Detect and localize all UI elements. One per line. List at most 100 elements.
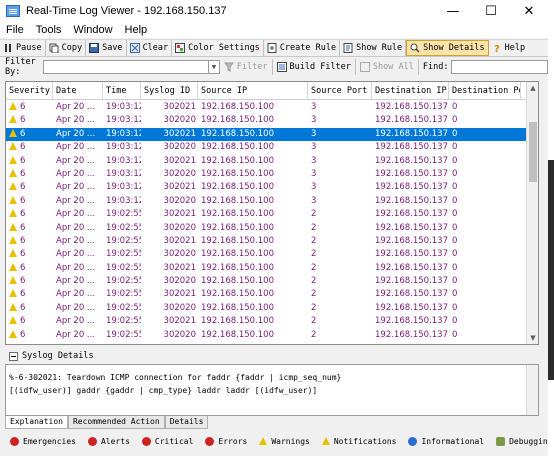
table-cell: 19:02:55 xyxy=(106,209,141,220)
table-row[interactable]: 6 Apr 20 ... 19:02:55 302020 192.168.150.100… xyxy=(6,329,528,342)
show-details-button[interactable]: Show Details xyxy=(406,40,489,56)
table-row[interactable]: 6 Apr 20 ... 19:02:55 302021 192.168.150.100… xyxy=(6,235,528,248)
copy-button[interactable]: Copy xyxy=(46,40,87,56)
tab-details[interactable]: Details xyxy=(164,416,209,429)
clear-icon xyxy=(129,43,140,53)
table-row[interactable]: 6 Apr 20 ... 19:03:12 302021 192.168.150.100… xyxy=(6,155,528,168)
build-filter-button[interactable]: Build Filter xyxy=(273,59,356,75)
severity-value: 6 xyxy=(20,235,26,246)
table-row[interactable]: 6 Apr 20 ... 19:02:55 302020 192.168.150.100… xyxy=(6,248,528,261)
save-button[interactable]: Save xyxy=(86,40,127,56)
menu-window[interactable]: Window xyxy=(67,24,118,36)
find-input[interactable] xyxy=(451,60,548,74)
table-cell: Apr 20 ... xyxy=(56,195,96,206)
table-cell: 192.168.150.137 xyxy=(375,209,449,220)
level-warnings[interactable]: Warnings xyxy=(259,437,310,446)
emergencies-icon xyxy=(10,436,19,446)
title-bar: Real-Time Log Viewer - 192.168.150.137 —… xyxy=(0,0,548,22)
menu-file[interactable]: File xyxy=(0,24,30,36)
column-header[interactable]: Time xyxy=(103,82,141,100)
table-row[interactable]: 6 Apr 20 ... 19:03:12 302020 192.168.150.100… xyxy=(6,195,528,208)
column-header[interactable]: Source Port xyxy=(308,82,372,100)
table-cell: 302021 xyxy=(163,316,196,327)
table-row[interactable]: 6 Apr 20 ... 19:03:12 302021 192.168.150.100… xyxy=(6,181,528,194)
details-tabs: Explanation Recommended Action Details xyxy=(5,416,209,429)
tab-recommended-action[interactable]: Recommended Action xyxy=(67,416,165,429)
notifications-icon xyxy=(321,437,330,445)
table-cell: 192.168.150.100 xyxy=(201,249,275,260)
table-cell: 2 xyxy=(311,249,317,260)
level-notifications[interactable]: Notifications xyxy=(321,437,396,446)
critical-icon xyxy=(141,436,151,446)
help-button[interactable]: ? Help xyxy=(489,40,528,56)
clear-button[interactable]: Clear xyxy=(127,40,173,56)
create-rule-button[interactable]: Create Rule xyxy=(264,40,341,56)
table-cell: 19:02:55 xyxy=(106,329,141,340)
column-header[interactable]: Severity xyxy=(6,82,53,100)
severity-value: 6 xyxy=(20,142,26,153)
table-row[interactable]: 6 Apr 20 ... 19:02:55 302021 192.168.150.100… xyxy=(6,288,528,301)
level-informational[interactable]: Informational xyxy=(408,436,484,446)
table-cell: 192.168.150.137 xyxy=(375,142,449,153)
table-row[interactable]: 6 Apr 20 ... 19:02:55 302020 192.168.150.100… xyxy=(6,222,528,235)
collapse-icon[interactable] xyxy=(9,351,18,361)
level-debugging[interactable]: Debugging xyxy=(496,436,552,446)
table-cell: 192.168.150.100 xyxy=(201,235,275,246)
table-row[interactable]: 6 Apr 20 ... 19:02:55 302020 192.168.150.100… xyxy=(6,302,528,315)
table-scrollbar[interactable]: ▲ ▼ xyxy=(526,82,538,344)
minimize-button[interactable]: — xyxy=(434,0,472,22)
severity-cell: 6 xyxy=(6,275,53,288)
column-header[interactable]: Source IP xyxy=(198,82,308,100)
column-header[interactable]: Destination Port xyxy=(449,82,521,100)
color-settings-button[interactable]: Color Settings xyxy=(172,40,264,56)
maximize-button[interactable]: ☐ xyxy=(472,0,510,22)
column-header[interactable]: Syslog ID xyxy=(141,82,198,100)
column-header[interactable]: Destination IP xyxy=(372,82,449,100)
tab-explanation[interactable]: Explanation xyxy=(5,416,68,429)
level-critical[interactable]: Critical xyxy=(141,436,193,446)
severity-value: 6 xyxy=(20,329,26,340)
table-row[interactable]: 6 Apr 20 ... 19:03:12 302021 192.168.150.100… xyxy=(6,101,528,114)
table-row[interactable]: 6 Apr 20 ... 19:02:55 302021 192.168.150.100… xyxy=(6,315,528,328)
show-all-button[interactable]: Show All xyxy=(356,59,419,75)
table-row[interactable]: 6 Apr 20 ... 19:02:55 302021 192.168.150.100… xyxy=(6,208,528,221)
table-row[interactable]: 6 Apr 20 ... 19:03:12 302020 192.168.150.100… xyxy=(6,141,528,154)
filter-dropdown-button[interactable]: ▼ xyxy=(209,60,220,74)
level-errors[interactable]: Errors xyxy=(205,436,247,446)
table-row[interactable]: 6 Apr 20 ... 19:03:12 302020 192.168.150.100… xyxy=(6,114,528,127)
table-cell: 302021 xyxy=(163,262,196,273)
table-cell: Apr 20 ... xyxy=(56,262,96,273)
table-cell: 192.168.150.100 xyxy=(201,155,275,166)
column-header[interactable]: Date xyxy=(53,82,103,100)
table-row[interactable]: 6 Apr 20 ... 19:02:55 302021 192.168.150.100… xyxy=(6,262,528,275)
color-settings-icon xyxy=(175,43,186,53)
scroll-thumb[interactable] xyxy=(529,122,537,182)
close-button[interactable]: ✕ xyxy=(510,0,548,22)
severity-value: 6 xyxy=(20,249,26,260)
table-cell: 0 xyxy=(452,289,458,300)
table-cell: 19:03:12 xyxy=(106,182,141,193)
level-alerts[interactable]: Alerts xyxy=(87,436,130,446)
show-rule-button[interactable]: Show Rule xyxy=(340,40,407,56)
table-cell: 3 xyxy=(311,115,317,126)
filter-input[interactable] xyxy=(42,60,210,74)
scroll-up-icon[interactable]: ▲ xyxy=(527,82,538,94)
table-row[interactable]: 6 Apr 20 ... 19:03:12 302021 192.168.150.100… xyxy=(6,127,528,142)
filter-button[interactable]: Filter xyxy=(220,59,273,75)
menu-bar: File Tools Window Help xyxy=(0,22,548,38)
copy-label: Copy xyxy=(61,43,83,53)
menu-help[interactable]: Help xyxy=(119,24,154,36)
table-row[interactable]: 6 Apr 20 ... 19:02:55 302020 192.168.150.100… xyxy=(6,275,528,288)
window-title: Real-Time Log Viewer - 192.168.150.137 xyxy=(26,5,227,17)
table-row[interactable]: 6 Apr 20 ... 19:03:12 302020 192.168.150.100… xyxy=(6,168,528,181)
table-cell: 192.168.150.100 xyxy=(201,209,275,220)
table-cell: Apr 20 ... xyxy=(56,316,96,327)
table-cell: 19:02:55 xyxy=(106,302,141,313)
show-all-label: Show All xyxy=(372,62,414,72)
level-emergencies[interactable]: Emergencies xyxy=(10,436,76,446)
pause-button[interactable]: Pause xyxy=(0,40,46,56)
details-scrollbar[interactable] xyxy=(526,365,538,415)
menu-tools[interactable]: Tools xyxy=(30,24,68,36)
scroll-down-icon[interactable]: ▼ xyxy=(527,332,538,344)
pause-label: Pause xyxy=(16,43,42,53)
